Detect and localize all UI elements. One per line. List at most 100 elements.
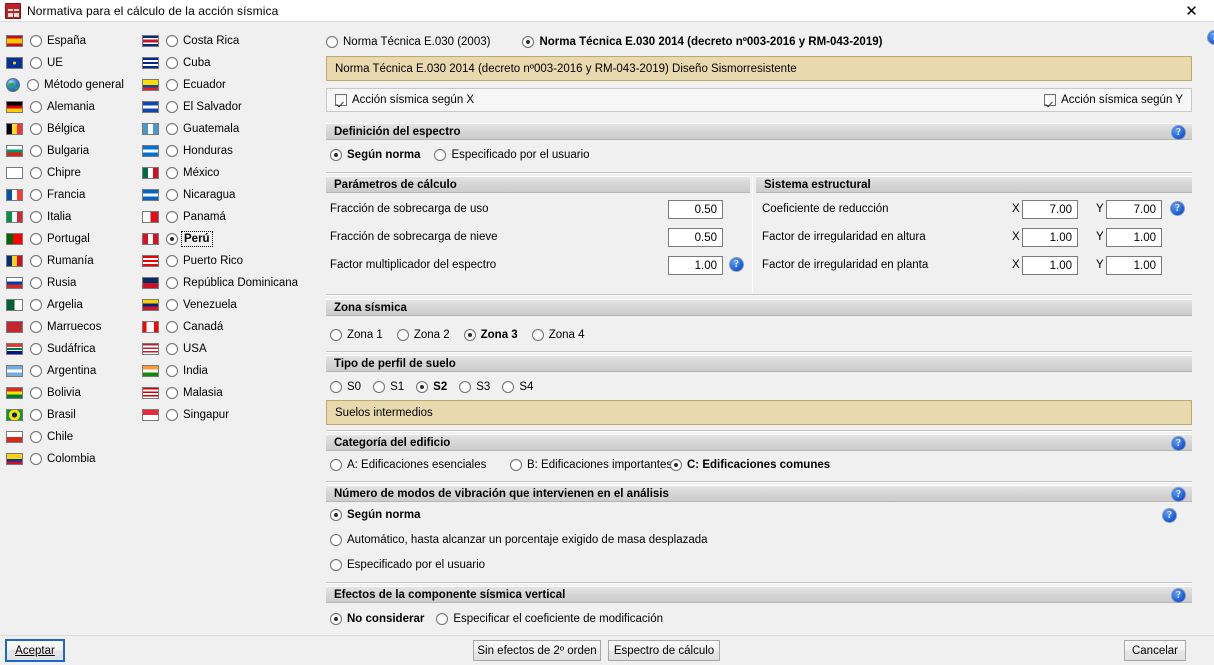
- spectrum-norm-radio[interactable]: [330, 149, 342, 161]
- country-item-sud-frica[interactable]: Sudáfrica: [6, 338, 154, 360]
- seismic-action-x-checkbox[interactable]: [335, 94, 347, 106]
- country-radio[interactable]: [166, 299, 178, 311]
- country-item-alemania[interactable]: Alemania: [6, 96, 154, 118]
- country-item-cuba[interactable]: Cuba: [142, 52, 318, 74]
- calc-param-input-2[interactable]: 1.00: [668, 256, 723, 275]
- country-radio[interactable]: [166, 189, 178, 201]
- struct-y-input-2[interactable]: 1.00: [1106, 256, 1162, 275]
- country-item-rusia[interactable]: Rusia: [6, 272, 154, 294]
- country-item-el-salvador[interactable]: El Salvador: [142, 96, 318, 118]
- seismic-zone-radio-3[interactable]: [531, 329, 544, 341]
- building-category-help-icon[interactable]: ?: [1171, 436, 1186, 451]
- country-radio[interactable]: [30, 453, 42, 465]
- country-item-bolivia[interactable]: Bolivia: [6, 382, 154, 404]
- vertical-component-option-0[interactable]: No considerar: [330, 613, 424, 625]
- country-item-india[interactable]: India: [142, 360, 318, 382]
- country-radio[interactable]: [30, 211, 42, 223]
- calc-param-help-icon-2[interactable]: ?: [729, 257, 744, 272]
- spectrum-option-norm[interactable]: Según norma: [330, 149, 420, 161]
- vibration-mode-radio-1[interactable]: [330, 534, 342, 546]
- country-item-chipre[interactable]: Chipre: [6, 162, 154, 184]
- calc-param-input-0[interactable]: 0.50: [668, 200, 723, 219]
- vibration-modes-help-icon[interactable]: ?: [1171, 487, 1186, 502]
- country-radio[interactable]: [30, 57, 42, 69]
- building-category-radio-2[interactable]: [670, 459, 682, 471]
- country-radio[interactable]: [30, 145, 42, 157]
- country-radio[interactable]: [30, 101, 42, 113]
- country-radio[interactable]: [30, 321, 42, 333]
- country-item-rep-blica-dominicana[interactable]: República Dominicana: [142, 272, 318, 294]
- building-category-option-2[interactable]: C: Edificaciones comunes: [670, 459, 830, 471]
- country-radio[interactable]: [166, 387, 178, 399]
- dialog-help-icon[interactable]: ?: [1207, 30, 1214, 45]
- vibration-mode-radio-0[interactable]: [330, 509, 342, 521]
- country-radio[interactable]: [30, 387, 42, 399]
- country-radio[interactable]: [30, 233, 42, 245]
- soil-profile-option-0[interactable]: S0: [330, 381, 361, 393]
- vibration-mode-option-2[interactable]: Especificado por el usuario: [330, 559, 485, 571]
- country-radio[interactable]: [30, 409, 42, 421]
- country-radio[interactable]: [166, 167, 178, 179]
- country-item-francia[interactable]: Francia: [6, 184, 154, 206]
- country-radio[interactable]: [166, 343, 178, 355]
- country-radio[interactable]: [30, 35, 42, 47]
- soil-profile-radio-4[interactable]: [502, 381, 515, 393]
- country-item-brasil[interactable]: Brasil: [6, 404, 154, 426]
- norm-2003-radio[interactable]: [326, 36, 338, 48]
- country-radio[interactable]: [166, 123, 178, 135]
- soil-profile-option-2[interactable]: S2: [416, 381, 447, 393]
- country-item-singapur[interactable]: Singapur: [142, 404, 318, 426]
- country-radio[interactable]: [30, 123, 42, 135]
- country-item-m-xico[interactable]: México: [142, 162, 318, 184]
- seismic-zone-radio-2[interactable]: [463, 329, 476, 341]
- country-item-malasia[interactable]: Malasia: [142, 382, 318, 404]
- country-radio[interactable]: [30, 255, 42, 267]
- building-category-option-0[interactable]: A: Edificaciones esenciales: [330, 459, 486, 471]
- country-radio[interactable]: [30, 277, 42, 289]
- struct-x-input-1[interactable]: 1.00: [1022, 228, 1078, 247]
- country-radio[interactable]: [166, 409, 178, 421]
- norm-option-2014[interactable]: Norma Técnica E.030 2014 (decreto nº003-…: [522, 36, 882, 48]
- country-item-ecuador[interactable]: Ecuador: [142, 74, 318, 96]
- seismic-zone-radio-0[interactable]: [330, 329, 342, 341]
- country-radio[interactable]: [166, 211, 178, 223]
- seismic-zone-option-3[interactable]: Zona 4: [531, 329, 585, 341]
- country-item-argentina[interactable]: Argentina: [6, 360, 154, 382]
- norm-option-2003[interactable]: Norma Técnica E.030 (2003): [326, 36, 490, 48]
- seismic-zone-option-1[interactable]: Zona 2: [396, 329, 450, 341]
- spectrum-option-user[interactable]: Especificado por el usuario: [434, 149, 590, 161]
- seismic-action-y-checkbox[interactable]: [1044, 94, 1057, 106]
- country-item-marruecos[interactable]: Marruecos: [6, 316, 154, 338]
- country-radio[interactable]: [166, 35, 178, 47]
- soil-profile-radio-2[interactable]: [416, 381, 429, 393]
- country-item-m-todo-general[interactable]: Método general: [6, 74, 154, 96]
- country-radio[interactable]: [166, 233, 178, 245]
- country-radio[interactable]: [166, 321, 178, 333]
- country-radio[interactable]: [166, 365, 178, 377]
- vibration-mode-help-icon-0[interactable]: ?: [1162, 508, 1177, 523]
- soil-profile-radio-1[interactable]: [373, 381, 386, 393]
- struct-y-input-0[interactable]: 7.00: [1106, 200, 1162, 219]
- country-item-b-lgica[interactable]: Bélgica: [6, 118, 154, 140]
- vertical-component-help-icon[interactable]: ?: [1171, 588, 1186, 603]
- country-radio[interactable]: [30, 299, 42, 311]
- country-item-espa-a[interactable]: España: [6, 30, 154, 52]
- country-radio[interactable]: [30, 167, 42, 179]
- soil-profile-option-4[interactable]: S4: [502, 381, 533, 393]
- vertical-component-radio-0[interactable]: [330, 613, 342, 625]
- soil-profile-radio-3[interactable]: [459, 381, 472, 393]
- vibration-mode-option-1[interactable]: Automático, hasta alcanzar un porcentaje…: [330, 534, 708, 546]
- vibration-mode-radio-2[interactable]: [330, 559, 342, 571]
- country-item-bulgaria[interactable]: Bulgaria: [6, 140, 154, 162]
- country-item-puerto-rico[interactable]: Puerto Rico: [142, 250, 318, 272]
- building-category-radio-1[interactable]: [510, 459, 522, 471]
- country-item-ue[interactable]: UE: [6, 52, 154, 74]
- country-item-venezuela[interactable]: Venezuela: [142, 294, 318, 316]
- country-item-honduras[interactable]: Honduras: [142, 140, 318, 162]
- struct-x-input-2[interactable]: 1.00: [1022, 256, 1078, 275]
- cancel-button[interactable]: Cancelar: [1124, 640, 1186, 661]
- building-category-radio-0[interactable]: [330, 459, 342, 471]
- seismic-zone-option-2[interactable]: Zona 3: [463, 329, 518, 341]
- country-item-colombia[interactable]: Colombia: [6, 448, 154, 470]
- struct-y-input-1[interactable]: 1.00: [1106, 228, 1162, 247]
